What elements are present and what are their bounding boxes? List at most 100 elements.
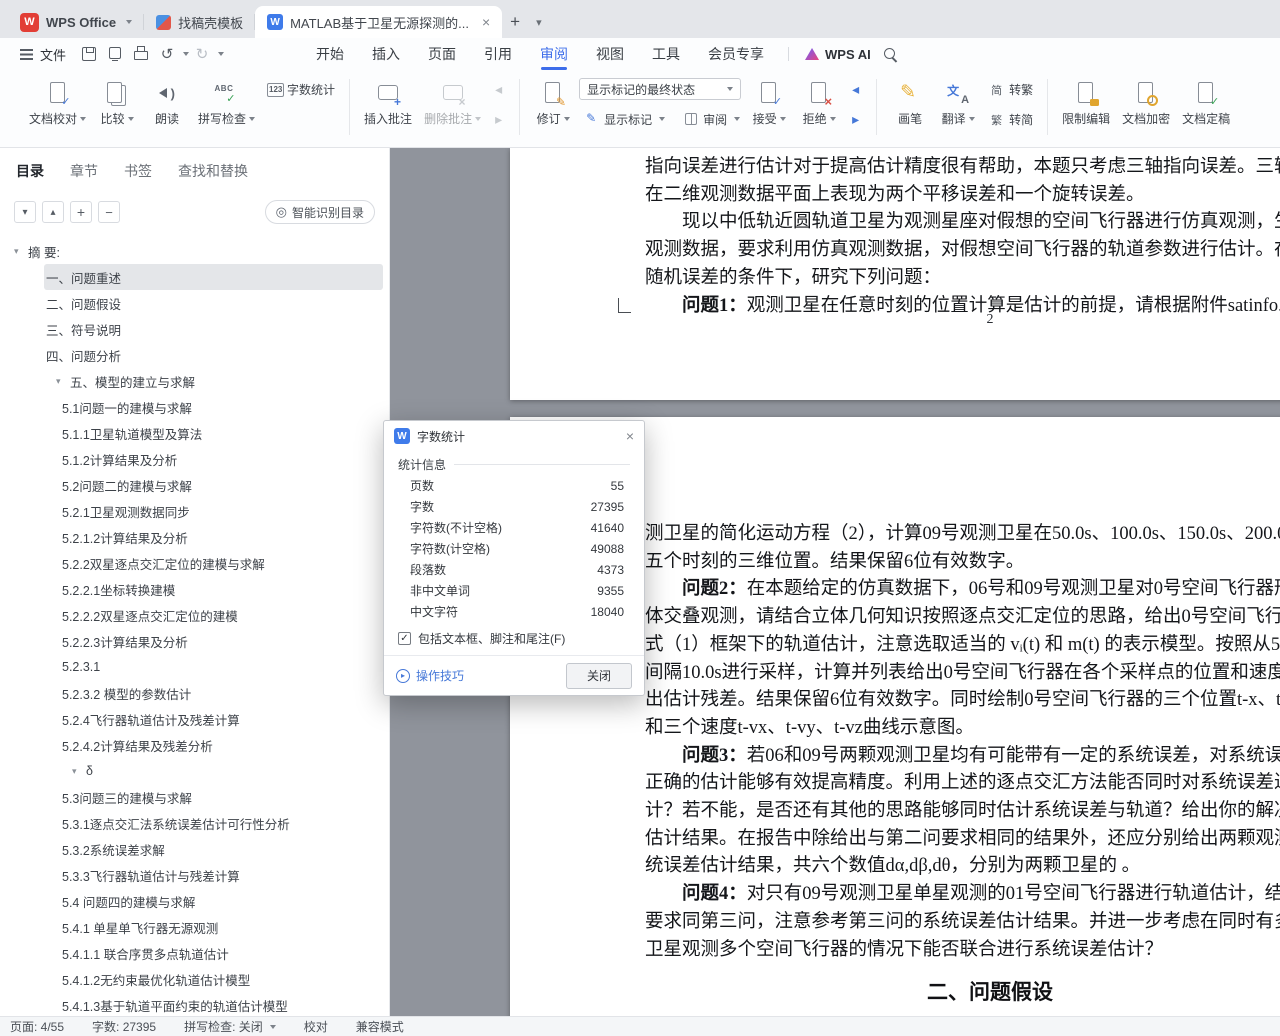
document-text-line[interactable]: 问题4：对只有09号观测卫星单星观测的01号空间飞行器进行轨道估计，结果: [510, 881, 1280, 909]
ribbon-big-button[interactable]: 比较: [93, 76, 141, 129]
document-text-line[interactable]: 估计结果。在报告中除给出与第二问要求相同的结果外，还应分别给出两颗观测卫: [510, 826, 1280, 854]
document-text-line[interactable]: 和三个速度t-vx、t-vy、t-vz曲线示意图。: [510, 715, 1280, 743]
ribbon-big-button[interactable]: 文档加密: [1117, 76, 1175, 129]
toc-item[interactable]: 5.2.2双星逐点交汇定位的建模与求解: [0, 550, 389, 576]
file-menu-button[interactable]: 文件: [10, 41, 76, 67]
section-heading[interactable]: 二、问题假设: [510, 976, 1280, 1006]
toc-item[interactable]: 二、问题假设: [0, 290, 389, 316]
ribbon-tab[interactable]: 引用: [470, 38, 526, 70]
ribbon-tab[interactable]: 工具: [638, 38, 694, 70]
expand-arrow-icon[interactable]: [72, 766, 86, 777]
export-button[interactable]: [103, 42, 127, 66]
toc-item[interactable]: 5.2问题二的建模与求解: [0, 472, 389, 498]
ribbon-big-button[interactable]: 插入批注: [359, 76, 417, 129]
zoom-out-outline-button[interactable]: [98, 201, 120, 223]
status-compat-mode[interactable]: 兼容模式: [356, 1018, 404, 1035]
search-icon[interactable]: [878, 42, 902, 66]
smart-toc-button[interactable]: 智能识别目录: [264, 200, 375, 224]
toc-item[interactable]: 5.2.3.2 模型的参数估计: [0, 680, 389, 706]
toc-item[interactable]: 5.4.1.3基于轨道平面约束的轨道估计模型: [0, 992, 389, 1016]
toc-item[interactable]: 5.2.2.1坐标转换建模: [0, 576, 389, 602]
document-text-line[interactable]: 随机误差的条件下，研究下列问题：: [510, 265, 1280, 293]
document-text-line[interactable]: 现以中低轨近圆轨道卫星为观测星座对假想的空间飞行器进行仿真观测，生: [510, 209, 1280, 237]
sidebar-tab[interactable]: 章节: [70, 161, 98, 181]
tips-link[interactable]: 操作技巧: [396, 667, 464, 684]
toc-item[interactable]: 四、问题分析: [0, 342, 389, 368]
to-simplified-button[interactable]: 转简: [984, 108, 1038, 130]
previous-comment-button[interactable]: [488, 78, 510, 100]
previous-change-button[interactable]: [845, 78, 867, 100]
toc-item[interactable]: 5.3.2系统误差求解: [0, 836, 389, 862]
ribbon-big-button[interactable]: 修订: [529, 76, 577, 129]
toc-item[interactable]: 5.2.1卫星观测数据同步: [0, 498, 389, 524]
toc-item[interactable]: 5.1问题一的建模与求解: [0, 394, 389, 420]
document-text-line[interactable]: 指向误差进行估计对于提高估计精度很有帮助，本题只考虑三轴指向误差。三轴指: [510, 154, 1280, 182]
new-tab-button[interactable]: [502, 6, 528, 38]
toc-item[interactable]: 5.2.4.2计算结果及残差分析: [0, 732, 389, 758]
ribbon-big-button[interactable]: 删除批注: [419, 76, 486, 129]
expand-arrow-icon[interactable]: [14, 246, 28, 257]
sidebar-tab[interactable]: 目录: [16, 161, 44, 181]
document-text-line[interactable]: 正确的估计能够有效提高精度。利用上述的逐点交汇方法能否同时对系统误差进: [510, 770, 1280, 798]
status-proofing[interactable]: 校对: [304, 1018, 328, 1035]
ribbon-big-button[interactable]: 画笔: [886, 76, 934, 129]
toc-item[interactable]: 5.3.3飞行器轨道估计与残差计算: [0, 862, 389, 888]
save-button[interactable]: [77, 42, 101, 66]
toc-item[interactable]: 5.3.1逐点交汇法系统误差估计可行性分析: [0, 810, 389, 836]
toc-item[interactable]: 5.2.2.3计算结果及分析: [0, 628, 389, 654]
toc-item[interactable]: 5.4.1.2无约束最优化轨道估计模型: [0, 966, 389, 992]
toc-item[interactable]: 5.1.2计算结果及分析: [0, 446, 389, 472]
next-comment-button[interactable]: [488, 108, 510, 130]
ribbon-tab[interactable]: 审阅: [526, 38, 582, 70]
wps-ai-button[interactable]: WPS AI: [799, 47, 877, 62]
collapse-all-button[interactable]: [14, 201, 36, 223]
review-pane-button[interactable]: 审阅: [678, 108, 745, 130]
tab-template-doc[interactable]: 找稿壳模板: [144, 6, 256, 38]
ribbon-tab[interactable]: 页面: [414, 38, 470, 70]
toc-item[interactable]: 5.2.2.2双星逐点交汇定位的建模: [0, 602, 389, 628]
close-tab-icon[interactable]: [482, 15, 490, 29]
toc-item[interactable]: 5.1.1卫星轨道模型及算法: [0, 420, 389, 446]
toc-item[interactable]: 5.4 问题四的建模与求解: [0, 888, 389, 914]
ribbon-tab[interactable]: 会员专享: [694, 38, 778, 70]
ribbon-big-button[interactable]: 翻译: [934, 76, 982, 129]
toc-item[interactable]: 五、模型的建立与求解: [0, 368, 389, 394]
ribbon-big-button[interactable]: 文档定稿: [1177, 76, 1235, 129]
show-markup-button[interactable]: 显示标记: [579, 108, 670, 130]
ribbon-big-button[interactable]: 文档校对: [24, 76, 91, 129]
ribbon-big-button[interactable]: 接受: [745, 76, 793, 129]
document-text-line[interactable]: 观测数据，要求利用仿真观测数据，对假想空间飞行器的轨道参数进行估计。在: [510, 237, 1280, 265]
toc-item[interactable]: 5.2.1.2计算结果及分析: [0, 524, 389, 550]
toc-item[interactable]: 三、符号说明: [0, 316, 389, 342]
expand-arrow-icon[interactable]: [56, 376, 70, 387]
redo-dropdown-icon[interactable]: [218, 52, 225, 56]
document-text-line[interactable]: 在二维观测数据平面上表现为两个平移误差和一个旋转误差。: [510, 182, 1280, 210]
include-footnotes-checkbox[interactable]: 包括文本框、脚注和尾注(F): [398, 630, 630, 647]
document-text-line[interactable]: 计？若不能，是否还有其他的思路能够同时估计系统误差与轨道？给出你的解决: [510, 798, 1280, 826]
ribbon-big-button[interactable]: 拼写检查: [193, 76, 260, 129]
document-text-line[interactable]: 要求同第三问，注意参考第三问的系统误差估计结果。并进一步考虑在同时有多: [510, 909, 1280, 937]
to-traditional-button[interactable]: 转繁: [984, 78, 1038, 100]
word-count-button[interactable]: 字数统计: [262, 78, 340, 100]
dialog-title-bar[interactable]: 字数统计: [384, 421, 644, 451]
redo-button[interactable]: [190, 42, 214, 66]
toc-item[interactable]: 摘 要:: [0, 238, 389, 264]
dialog-close-icon[interactable]: [626, 429, 634, 443]
toc-item[interactable]: 5.3问题三的建模与求解: [0, 784, 389, 810]
status-spellcheck[interactable]: 拼写检查: 关闭: [184, 1018, 276, 1035]
tab-list-button[interactable]: [528, 6, 550, 38]
undo-dropdown-icon[interactable]: [183, 52, 190, 56]
sidebar-tab[interactable]: 书签: [124, 161, 152, 181]
status-word-count[interactable]: 字数: 27395: [92, 1018, 156, 1035]
tab-wps-office[interactable]: WPS Office: [8, 6, 145, 38]
tab-current-doc[interactable]: MATLAB基于卫星无源探测的...: [255, 6, 503, 38]
toc-item[interactable]: 5.4.1.1 联合序贯多点轨道估计: [0, 940, 389, 966]
toc-item[interactable]: 一、问题重述: [44, 264, 383, 290]
ribbon-tab[interactable]: 视图: [582, 38, 638, 70]
ribbon-big-button[interactable]: 拒绝: [795, 76, 843, 129]
sidebar-tab[interactable]: 查找和替换: [178, 161, 248, 181]
ribbon-tab[interactable]: 开始: [302, 38, 358, 70]
ribbon-big-button[interactable]: 限制编辑: [1057, 76, 1115, 129]
document-text-line[interactable]: 统误差估计结果，共六个数值dα,dβ,dθ，分别为两颗卫星的 。: [510, 853, 1280, 881]
document-text-line[interactable]: 卫星观测多个空间飞行器的情况下能否联合进行系统误差估计？: [510, 937, 1280, 965]
